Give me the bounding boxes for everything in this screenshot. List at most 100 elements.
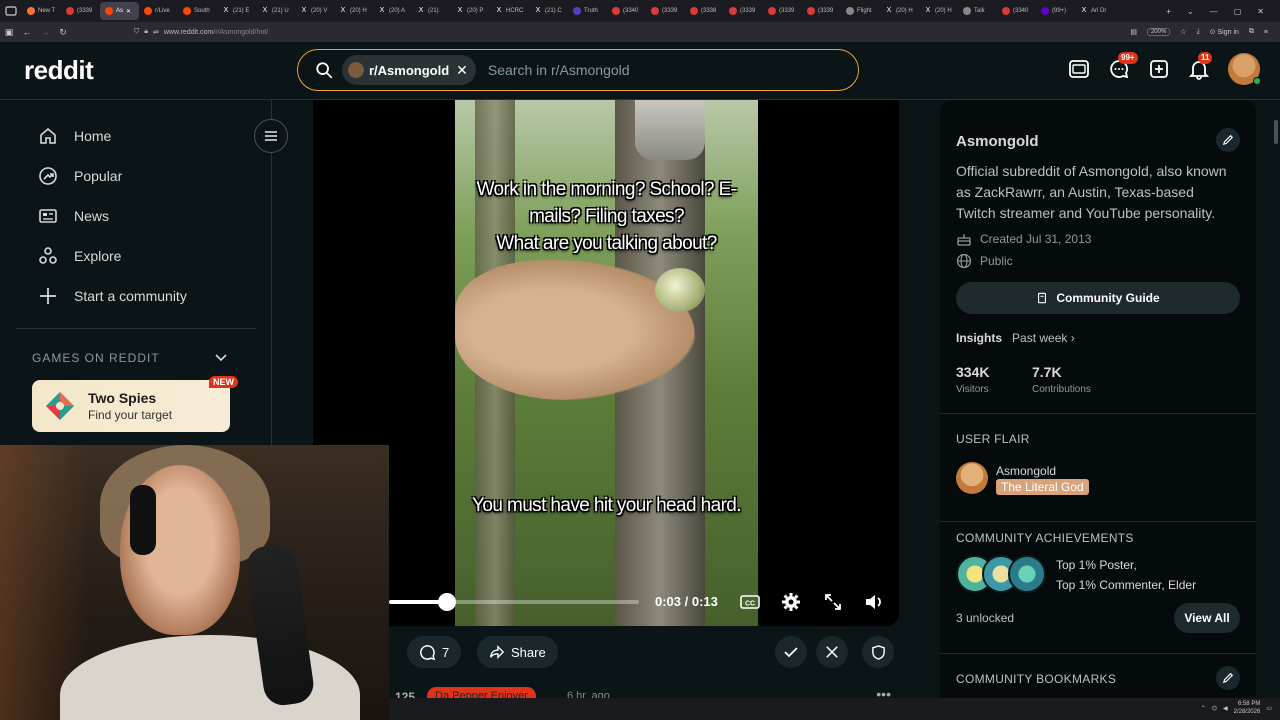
create-post-icon[interactable]: [1148, 58, 1170, 80]
sidebar-item-explore[interactable]: Explore: [38, 246, 121, 266]
advertise-icon[interactable]: [1068, 58, 1090, 80]
browser-tab[interactable]: (3339: [763, 2, 802, 20]
comments-button[interactable]: 7: [407, 636, 462, 668]
collapse-sidebar-button[interactable]: [254, 119, 288, 153]
address-bar[interactable]: ⛉ 🔒︎ ⇌ www.reddit.com/r/Asmongold/hot/: [134, 25, 1064, 39]
games-section-title[interactable]: GAMES ON REDDIT: [32, 351, 160, 365]
browser-tab[interactable]: X (20) H: [880, 2, 919, 20]
tab-label: South: [194, 8, 210, 14]
reader-view-icon[interactable]: ▤: [1130, 28, 1137, 36]
browser-tab[interactable]: (3338: [685, 2, 724, 20]
chat-button[interactable]: 99+: [1108, 52, 1138, 80]
edit-bookmarks-button[interactable]: [1216, 666, 1240, 690]
sidebar-item-home[interactable]: Home: [38, 126, 111, 146]
video-player[interactable]: Work in the morning? School? E-mails? Fi…: [313, 100, 899, 626]
browser-tab[interactable]: r/Live: [139, 2, 178, 20]
share-button[interactable]: Share: [477, 636, 558, 668]
browser-toolbar: ▣ ← → ↻ ⛉ 🔒︎ ⇌ www.reddit.com/r/Asmongol…: [0, 22, 1280, 42]
maximize-icon[interactable]: ▢: [1234, 7, 1242, 16]
game-card-two-spies[interactable]: Two Spies Find your target NEW: [32, 376, 238, 432]
browser-tab[interactable]: (3340: [997, 2, 1036, 20]
tab-list-icon[interactable]: ⌄: [1187, 7, 1194, 16]
network-icon[interactable]: ⌬: [1212, 705, 1217, 712]
subreddit-search-chip[interactable]: r/Asmongold ✕: [342, 55, 476, 85]
reddit-logo[interactable]: reddit: [24, 55, 94, 86]
sidebar-toggle-icon[interactable]: ▣: [0, 27, 18, 38]
sidebar-divider: [940, 521, 1256, 522]
new-tab-icon[interactable]: +: [1166, 7, 1171, 16]
tray-chevron-icon[interactable]: ⌃: [1201, 705, 1206, 712]
menu-icon[interactable]: ≡: [1264, 29, 1268, 36]
sidebar-item-start-community[interactable]: Start a community: [38, 286, 187, 306]
sidebar-item-news[interactable]: News: [38, 206, 109, 226]
browser-tab[interactable]: X (20) H: [919, 2, 958, 20]
permissions-icon[interactable]: ⇌: [153, 28, 159, 36]
browser-tab[interactable]: New T: [22, 2, 61, 20]
insights-period[interactable]: Past week ›: [1012, 331, 1075, 345]
flair-tag[interactable]: The Literal God: [996, 479, 1089, 495]
page-scrollbar[interactable]: [1274, 120, 1278, 144]
browser-tab[interactable]: X (20) H: [334, 2, 373, 20]
community-guide-button[interactable]: Community Guide: [956, 282, 1240, 314]
sidebar-item-popular[interactable]: Popular: [38, 166, 122, 186]
insights-row[interactable]: Insights Past week ›: [956, 331, 1075, 345]
speaker-icon[interactable]: ◀︎: [1223, 705, 1228, 712]
user-avatar[interactable]: [1228, 53, 1261, 85]
back-icon[interactable]: ←: [18, 27, 36, 37]
browser-tab[interactable]: (3340: [607, 2, 646, 20]
achievement-badges[interactable]: [956, 555, 1048, 593]
search-input[interactable]: [487, 62, 788, 78]
view-all-button[interactable]: View All: [1174, 603, 1240, 633]
browser-tab[interactable]: (3339: [61, 2, 100, 20]
closed-captions-icon[interactable]: CC: [739, 591, 761, 613]
close-window-icon[interactable]: ✕: [1257, 7, 1264, 16]
fullscreen-icon[interactable]: [822, 591, 844, 613]
browser-tab[interactable]: X (20) V: [295, 2, 334, 20]
achievements-text: Top 1% Poster, Top 1% Commenter, Elder: [1056, 555, 1196, 595]
browser-tab[interactable]: X (20) A: [373, 2, 412, 20]
minimize-icon[interactable]: —: [1210, 7, 1218, 16]
browser-tab[interactable]: X HCRC: [490, 2, 529, 20]
volume-icon[interactable]: [863, 591, 885, 613]
approve-button[interactable]: [775, 636, 807, 668]
browser-tab[interactable]: X (21) E: [217, 2, 256, 20]
chevron-down-icon[interactable]: [214, 351, 228, 365]
forward-icon[interactable]: →: [36, 27, 54, 37]
browser-tab[interactable]: (99+): [1036, 2, 1075, 20]
system-clock[interactable]: 6:58 PM 2/28/2026: [1234, 700, 1261, 716]
clear-chip-icon[interactable]: ✕: [456, 62, 468, 79]
browser-tab[interactable]: X Ari Dr: [1075, 2, 1114, 20]
browser-tab[interactable]: X (20) P: [451, 2, 490, 20]
browser-tab[interactable]: Truth: [568, 2, 607, 20]
browser-tab[interactable]: Flight: [841, 2, 880, 20]
browser-tab[interactable]: X (21) C: [529, 2, 568, 20]
bookmark-star-icon[interactable]: ☆: [1180, 28, 1186, 36]
browser-tab[interactable]: X (21): [412, 2, 451, 20]
zoom-level[interactable]: 200%: [1146, 28, 1171, 36]
settings-gear-icon[interactable]: [780, 591, 802, 613]
download-icon[interactable]: ⤓: [1197, 28, 1200, 36]
browser-tab[interactable]: X (21) U: [256, 2, 295, 20]
browser-tab[interactable]: (3339: [802, 2, 841, 20]
close-tab-icon[interactable]: ✕: [126, 8, 131, 15]
extensions-icon[interactable]: ⧉: [1249, 28, 1254, 36]
search-bar[interactable]: r/Asmongold ✕: [297, 49, 859, 91]
notification-center-icon[interactable]: ▭: [1266, 705, 1272, 712]
reload-icon[interactable]: ↻: [54, 27, 72, 38]
browser-tab[interactable]: (3339: [724, 2, 763, 20]
mod-shield-button[interactable]: [862, 636, 894, 668]
remove-button[interactable]: [816, 636, 848, 668]
browser-tab[interactable]: Talk: [958, 2, 997, 20]
browser-tab[interactable]: (3339: [646, 2, 685, 20]
video-progress-knob[interactable]: [437, 593, 456, 611]
video-caption-bottom: You must have hit your head hard.: [472, 495, 742, 516]
browser-tab[interactable]: As ✕: [100, 2, 139, 20]
tab-overview-icon[interactable]: [4, 4, 18, 18]
browser-tab[interactable]: South: [178, 2, 217, 20]
yahoo-icon: [1041, 7, 1049, 15]
notifications-button[interactable]: 11: [1188, 52, 1213, 80]
edit-community-button[interactable]: [1216, 128, 1240, 152]
shield-icon[interactable]: ⛉: [134, 28, 139, 36]
sign-in-button[interactable]: ⊙ Sign in: [1210, 28, 1239, 36]
community-name: Asmongold: [956, 133, 1039, 150]
